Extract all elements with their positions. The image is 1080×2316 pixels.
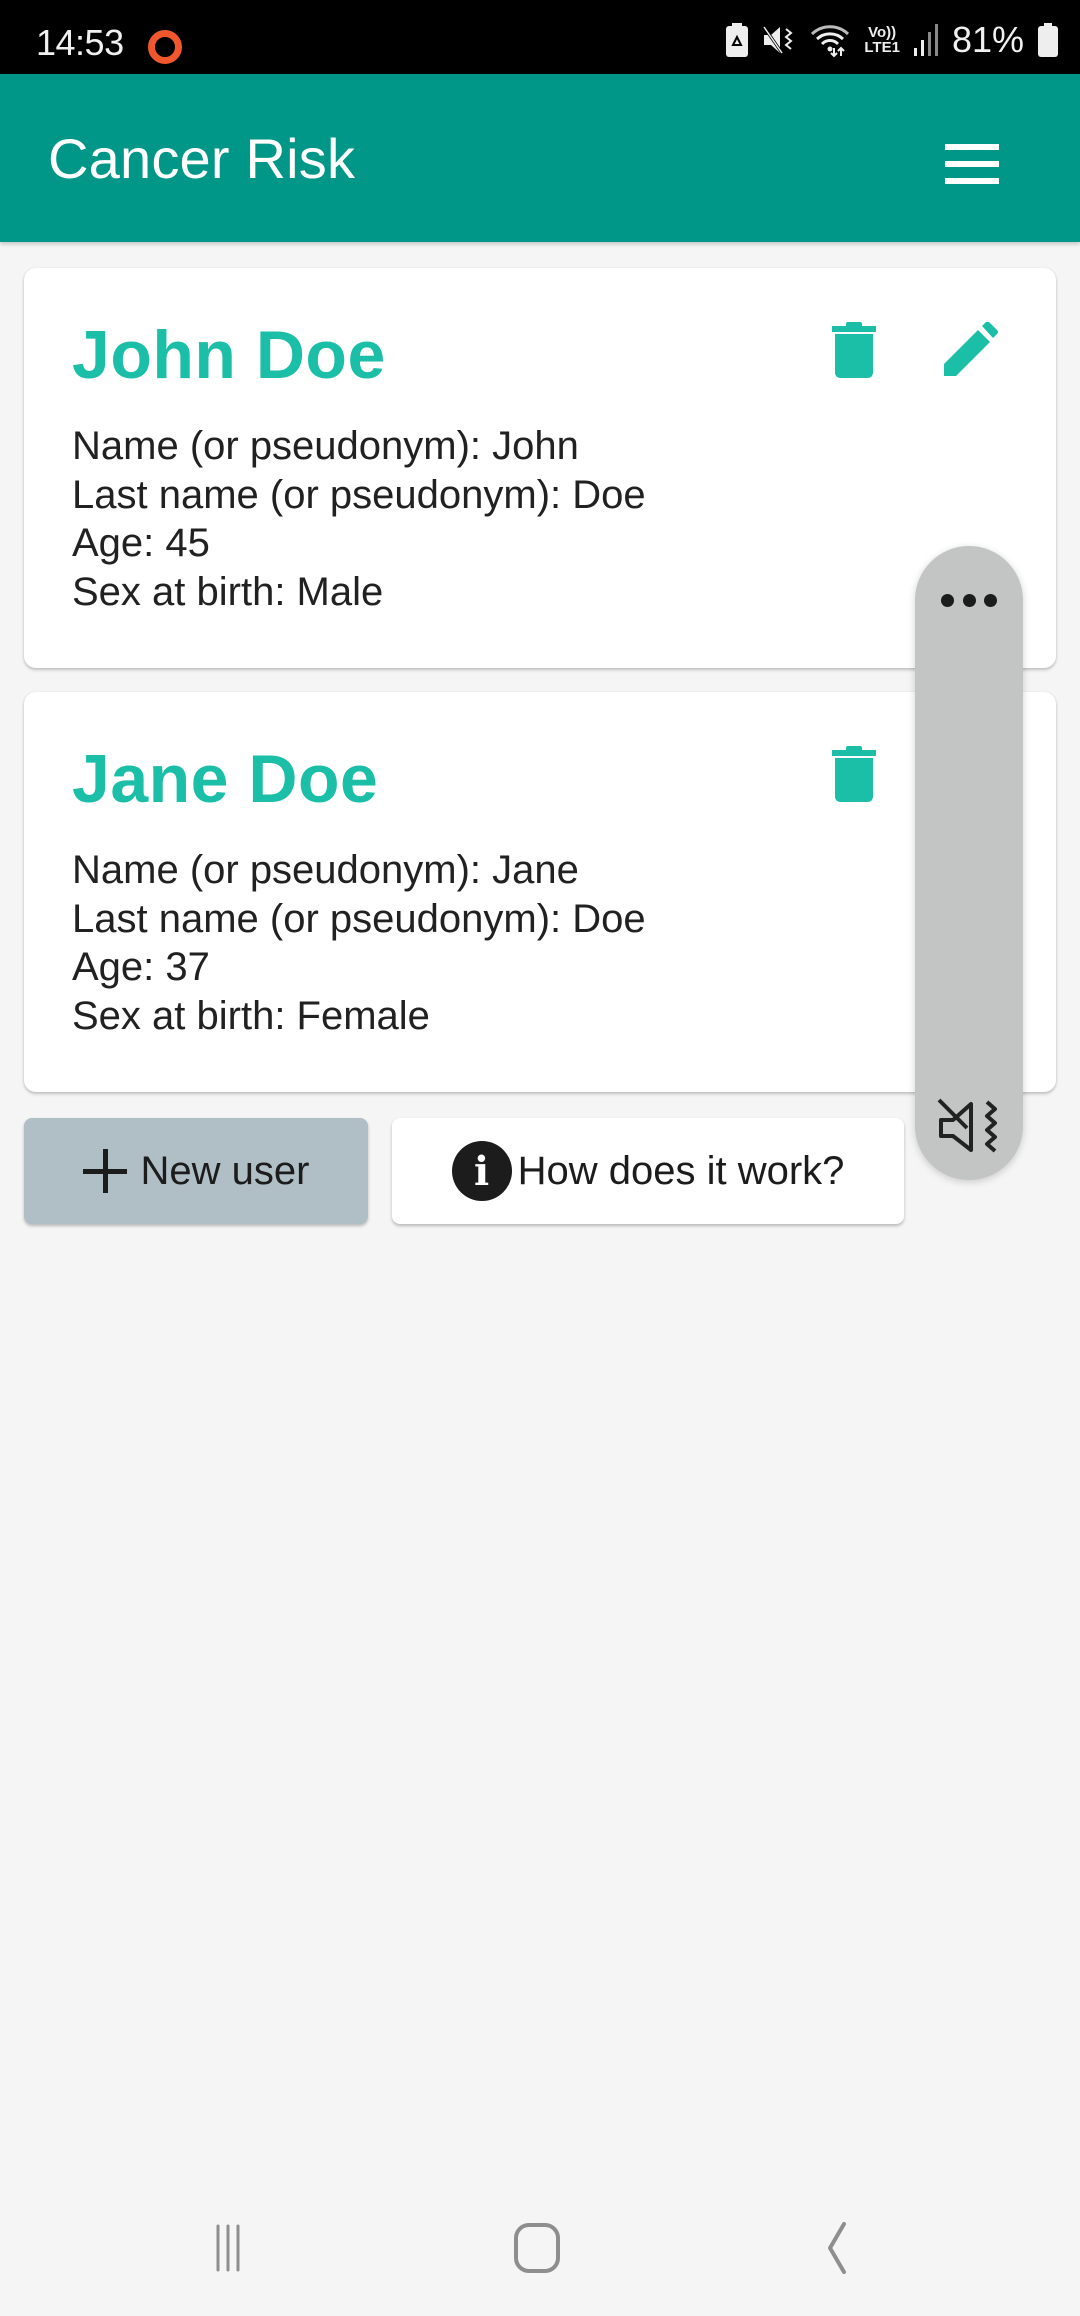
how-it-works-button[interactable]: i How does it work? xyxy=(392,1118,904,1224)
battery-saver-icon xyxy=(726,23,749,57)
user-details: Name (or pseudonym): Jane Last name (or … xyxy=(72,846,646,1040)
app-bar: Cancer Risk xyxy=(0,74,1080,242)
plus-icon xyxy=(82,1149,127,1193)
user-display-name: John Doe xyxy=(72,317,386,393)
new-user-button[interactable]: New user xyxy=(24,1118,368,1224)
user-first-name: Name (or pseudonym): Jane xyxy=(72,848,579,892)
sound-mode-button[interactable] xyxy=(937,1094,1001,1158)
user-last-name: Last name (or pseudonym): Doe xyxy=(72,896,646,941)
app-title: Cancer Risk xyxy=(48,127,356,190)
vibrate-mute-icon xyxy=(937,1098,997,1153)
volume-panel[interactable] xyxy=(915,546,1023,1180)
home-button[interactable] xyxy=(498,2220,578,2276)
system-nav-bar xyxy=(0,2180,1080,2316)
status-bar: 14:53 Vo)) LTE1 81% xyxy=(0,0,1080,74)
user-display-name: Jane Doe xyxy=(72,741,379,817)
pencil-icon xyxy=(944,322,998,376)
hamburger-menu-icon[interactable] xyxy=(945,144,1001,184)
more-options-icon[interactable] xyxy=(941,594,997,608)
lte-label: LTE1 xyxy=(864,39,900,56)
user-age: Age: 45 xyxy=(72,521,210,565)
battery-icon xyxy=(1038,23,1058,57)
status-time: 14:53 xyxy=(36,22,124,63)
delete-user-button[interactable] xyxy=(824,746,884,810)
user-first-name: Name (or pseudonym): John xyxy=(72,424,579,468)
user-card[interactable]: Jane Doe Name (or pseudonym): Jane Last … xyxy=(24,692,1056,1092)
user-card[interactable]: John Doe Name (or pseudonym): John Last … xyxy=(24,268,1056,668)
mute-vibrate-icon xyxy=(763,26,793,54)
status-icons: Vo)) LTE1 81% xyxy=(726,19,1058,60)
back-icon xyxy=(828,2222,846,2274)
user-sex: Sex at birth: Male xyxy=(72,569,384,614)
how-it-works-label: How does it work? xyxy=(517,1148,845,1193)
user-age: Age: 37 xyxy=(72,945,210,989)
user-details: Name (or pseudonym): John Last name (or … xyxy=(72,422,646,616)
recents-button[interactable] xyxy=(196,2220,276,2276)
volte-label: Vo)) xyxy=(868,24,897,41)
volte-lte-icon: Vo)) LTE1 xyxy=(864,25,900,55)
back-button[interactable] xyxy=(800,2220,880,2276)
trash-icon xyxy=(832,746,876,802)
battery-percent: 81% xyxy=(951,19,1024,60)
recents-icon xyxy=(216,2224,240,2272)
user-sex: Sex at birth: Female xyxy=(72,993,430,1038)
user-last-name: Last name (or pseudonym): Doe xyxy=(72,472,646,517)
new-user-label: New user xyxy=(140,1148,310,1193)
recording-indicator-icon xyxy=(148,30,182,64)
trash-icon xyxy=(832,322,876,378)
home-icon xyxy=(514,2223,560,2273)
delete-user-button[interactable] xyxy=(824,322,884,386)
signal-icon xyxy=(913,24,938,56)
wifi-icon xyxy=(811,25,850,58)
edit-user-button[interactable] xyxy=(940,322,1000,386)
info-icon: i xyxy=(451,1141,512,1201)
